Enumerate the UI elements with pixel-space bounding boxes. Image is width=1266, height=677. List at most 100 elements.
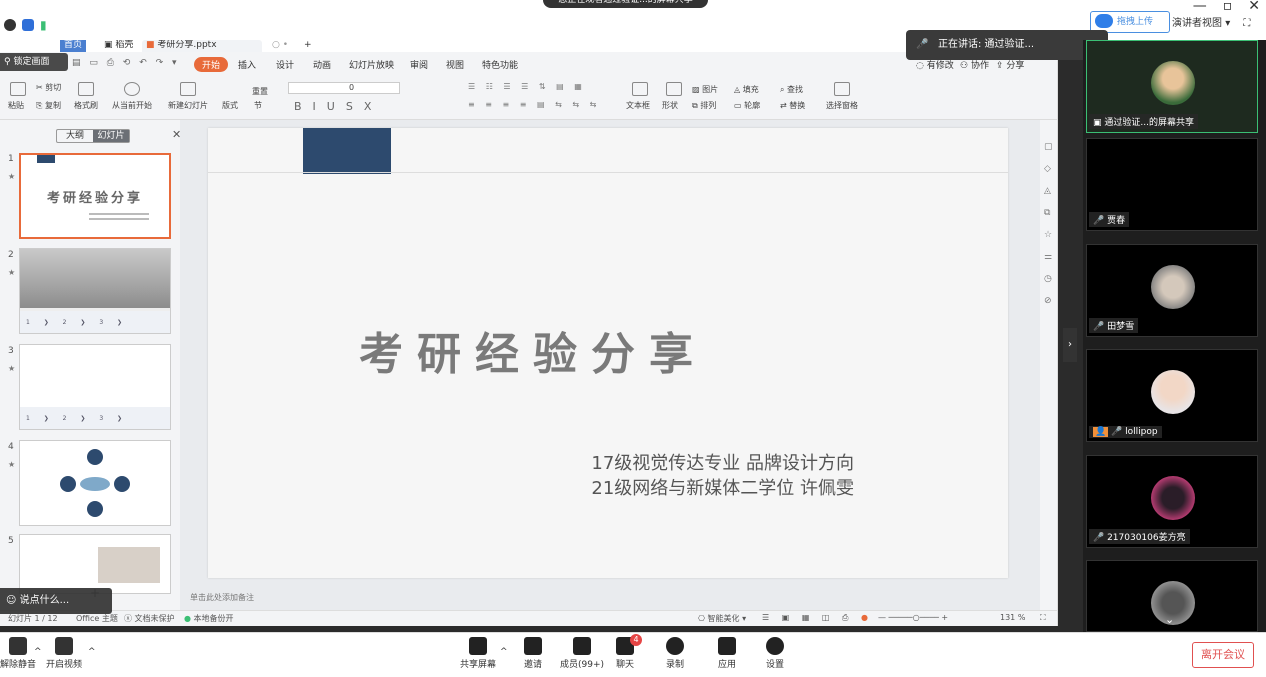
share-screen-button[interactable]: 共享屏幕: [460, 637, 496, 670]
copy-button[interactable]: ⎘ 复制: [36, 100, 61, 111]
shape-tool-icon[interactable]: ◇: [1044, 164, 1051, 174]
tab-outline[interactable]: 大纲: [57, 130, 93, 142]
font-style-buttons[interactable]: BIUSX: [294, 100, 382, 113]
menu-design[interactable]: 设计: [276, 58, 294, 71]
view-mode-buttons[interactable]: ☰ ▣ ▦ ◫ ⎙ ●: [762, 613, 873, 623]
reset-button[interactable]: 重置: [252, 86, 268, 97]
paste-icon[interactable]: [10, 82, 26, 96]
new-tab-button[interactable]: +: [300, 40, 316, 52]
participant-tile[interactable]: ▣ 通过验证...的屏幕共享: [1086, 40, 1258, 133]
paste-button[interactable]: 粘贴: [8, 100, 24, 111]
copy-tool-icon[interactable]: ⧉: [1044, 208, 1050, 218]
menu-start[interactable]: 开始: [194, 57, 229, 72]
protection-status[interactable]: ⓧ 文档未保护: [124, 613, 175, 624]
outline-button[interactable]: ▭ 轮廓: [734, 100, 760, 111]
minimize-icon[interactable]: —: [1193, 0, 1207, 14]
textbox-button[interactable]: 文本框: [626, 100, 650, 111]
tab-slides[interactable]: 幻灯片: [93, 130, 129, 142]
tab-home[interactable]: 首页: [60, 40, 87, 52]
textbox-icon[interactable]: [632, 82, 648, 96]
fullscreen-icon[interactable]: ⛶: [1243, 18, 1250, 29]
format-painter-icon[interactable]: [78, 82, 94, 96]
participant-tile[interactable]: ⌄: [1086, 560, 1258, 632]
slide-thumbnail-5[interactable]: [19, 534, 171, 594]
fill-tool-icon[interactable]: ◬: [1044, 186, 1051, 196]
slide-thumbnail-2[interactable]: 1 ❯ 2 ❯ 3 ❯: [19, 248, 171, 334]
menu-insert[interactable]: 插入: [238, 58, 256, 71]
emoji-icon[interactable]: ☺: [6, 595, 20, 606]
layout-button[interactable]: 版式: [222, 100, 238, 111]
unmute-button[interactable]: 解除静音: [0, 637, 36, 670]
new-slide-button[interactable]: 新建幻灯片: [168, 100, 208, 111]
beautify-button[interactable]: ⎔ 智能美化 ▾: [698, 613, 746, 624]
star-tool-icon[interactable]: ☆: [1044, 230, 1052, 240]
fit-window-icon[interactable]: ⛶: [1040, 613, 1046, 623]
help-icon[interactable]: ⊘: [1044, 296, 1052, 306]
select-pane-icon[interactable]: [834, 82, 850, 96]
zoom-slider[interactable]: — ─────○──── +: [878, 613, 948, 622]
quick-access-icons[interactable]: ▤ ▭ ⎙ ⟲ ↶ ↷ ▾: [72, 58, 180, 68]
slide-subtitle-1[interactable]: 17级视觉传达专业 品牌设计方向: [564, 449, 854, 475]
tab-file[interactable]: ■ 考研分享.pptx: [142, 40, 262, 52]
tab-close-icon[interactable]: ○ •: [268, 40, 292, 52]
paragraph-tools[interactable]: ☰ ☷ ☰ ☰ ⇅ ▤ ▦: [468, 82, 586, 91]
slide-title[interactable]: 考研经验分享: [208, 318, 858, 382]
menu-review[interactable]: 审阅: [410, 58, 428, 71]
close-icon[interactable]: ✕: [1248, 0, 1260, 14]
properties-icon[interactable]: ▢: [1044, 142, 1053, 152]
apps-button[interactable]: 应用: [718, 637, 736, 670]
replace-button[interactable]: ⇄ 替换: [780, 100, 805, 111]
audio-options-chevron[interactable]: ^: [34, 647, 42, 657]
play-icon[interactable]: [124, 82, 140, 96]
participant-tile[interactable]: 🎤 田梦雪: [1086, 244, 1258, 337]
cut-button[interactable]: ✂ 剪切: [36, 82, 61, 93]
start-video-button[interactable]: 开启视频: [46, 637, 82, 670]
notes-placeholder[interactable]: 单击此处添加备注: [190, 592, 254, 603]
play-slideshow-icon[interactable]: ●: [861, 613, 873, 622]
members-button[interactable]: 成员(99+): [560, 637, 604, 670]
current-slide[interactable]: 考研经验分享 17级视觉传达专业 品牌设计方向 21级网络与新媒体二学位 许佩雯: [208, 128, 1008, 578]
slide-thumbnail-3[interactable]: 1 ❯ 2 ❯ 3 ❯: [19, 344, 171, 430]
menu-view[interactable]: 视图: [446, 58, 464, 71]
collapse-panel-button[interactable]: ›: [1063, 328, 1077, 362]
participant-tile[interactable]: 👤 🎤 lollipop: [1086, 349, 1258, 442]
new-slide-icon[interactable]: [180, 82, 196, 96]
adjust-icon[interactable]: ⚌: [1044, 252, 1052, 262]
menu-animation[interactable]: 动画: [313, 58, 331, 71]
settings-button[interactable]: 设置: [766, 637, 784, 670]
invite-button[interactable]: 邀请: [524, 637, 542, 670]
find-button[interactable]: ⌕ 查找: [780, 84, 803, 95]
slide-subtitle-2[interactable]: 21级网络与新媒体二学位 许佩雯: [508, 474, 854, 500]
share-options-chevron[interactable]: ^: [500, 647, 508, 657]
participant-tile[interactable]: 🎤 217030106姜方亮: [1086, 455, 1258, 548]
arrange-button[interactable]: ⧉ 排列: [692, 100, 716, 111]
video-options-chevron[interactable]: ^: [88, 647, 96, 657]
menu-slideshow[interactable]: 幻灯片放映: [349, 58, 394, 71]
record-button[interactable]: 录制: [666, 637, 684, 670]
shape-button[interactable]: 形状: [662, 100, 678, 111]
tab-docer[interactable]: ▣ 稻壳: [100, 40, 137, 52]
from-current-button[interactable]: 从当前开始: [112, 100, 152, 111]
font-size-field[interactable]: 0: [288, 82, 400, 94]
section-button[interactable]: 节: [254, 100, 262, 111]
shape-icon[interactable]: [666, 82, 682, 96]
chevron-down-icon[interactable]: ⌄: [1165, 613, 1174, 626]
view-select[interactable]: 演讲者视图 ▾ ⛶: [1172, 14, 1250, 29]
history-icon[interactable]: ◷: [1044, 274, 1052, 284]
star-icon: ★: [8, 172, 16, 181]
backup-status[interactable]: ● 本地备份开: [184, 613, 234, 624]
select-pane-button[interactable]: 选择窗格: [826, 100, 858, 111]
alignment-tools[interactable]: ≡ ≡ ≡ ≡ ▤ ⇆ ⇆ ⇆: [468, 100, 600, 109]
slide-thumbnail-1[interactable]: 考研经验分享: [19, 153, 171, 239]
format-painter-button[interactable]: 格式刷: [74, 100, 98, 111]
maximize-icon[interactable]: ▫: [1223, 0, 1233, 14]
slide-thumbnail-4[interactable]: [19, 440, 171, 526]
chat-input[interactable]: ☺ 说点什么...: [0, 588, 112, 614]
leave-meeting-button[interactable]: 离开会议: [1192, 642, 1254, 668]
lock-screen-button[interactable]: ⚲ 锁定画面: [0, 53, 68, 71]
fill-button[interactable]: ◬ 填充: [734, 84, 759, 95]
picture-button[interactable]: ▨ 图片: [692, 84, 718, 95]
participant-tile[interactable]: 🎤 贾春: [1086, 138, 1258, 231]
menu-special[interactable]: 特色功能: [482, 58, 518, 71]
zoom-level[interactable]: 131 %: [1000, 613, 1025, 622]
